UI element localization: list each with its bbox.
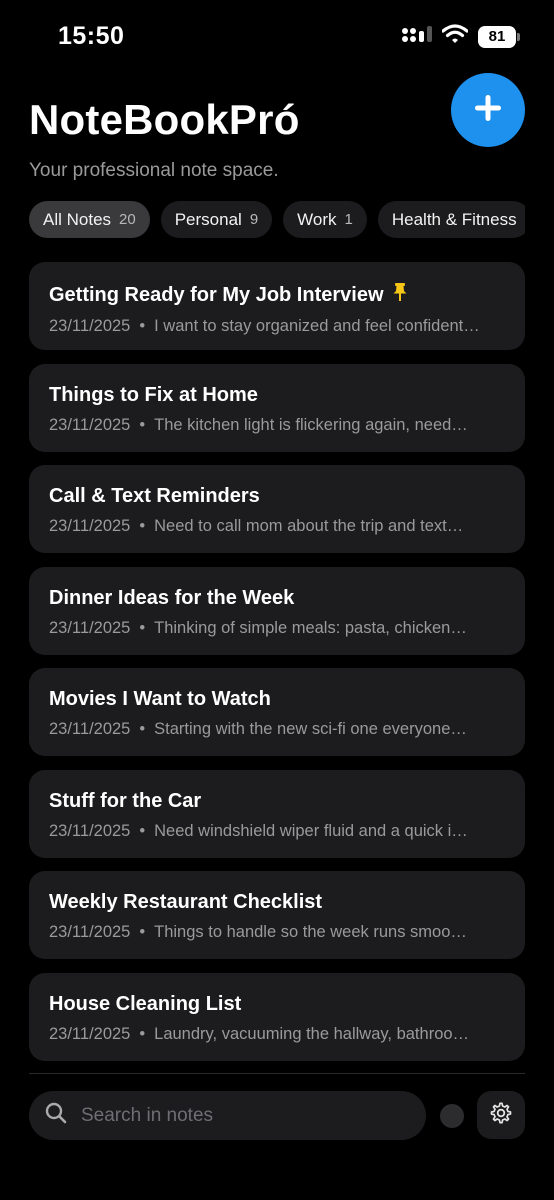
note-meta: 23/11/2025 • I want to stay organized and … [49,317,480,335]
bottom-divider [29,1073,525,1074]
note-card[interactable]: Movies I Want to Watch 23/11/2025 • Starti… [29,668,525,756]
status-dot [440,1104,464,1128]
note-title-row: Dinner Ideas for the Week [49,587,505,610]
note-title: Dinner Ideas for the Week [49,586,295,609]
wifi-icon [441,24,469,49]
note-date: 23/11/2025 [49,517,131,535]
note-title: Things to Fix at Home [49,383,258,406]
filter-personal[interactable]: Personal 9 [160,201,273,238]
filter-count: 9 [249,211,259,228]
note-meta: 23/11/2025 • Things to handle so the week … [49,923,467,941]
filter-health-fitness[interactable]: Health & Fitness [377,201,525,238]
note-meta: 23/11/2025 • Need windshield wiper fluid a… [49,821,468,840]
note-date: 23/11/2025 [49,317,131,335]
note-card[interactable]: Dinner Ideas for the Week 23/11/2025 • Thi… [29,566,525,655]
note-date: 23/11/2025 [49,1024,131,1043]
cellular-signal-icon [402,24,432,49]
note-title-row: Stuff for the Car [49,790,505,813]
filter-label: Health & Fitness [391,209,517,229]
note-preview: Thinking of simple meals: pasta, chicken… [154,618,467,637]
filter-label: Personal [174,209,242,229]
note-title: Stuff for the Car [49,789,202,812]
note-date: 23/11/2025 [49,923,131,941]
filter-count: 20 [119,211,136,228]
search-bar[interactable] [29,1091,426,1140]
note-title: Movies I Want to Watch [49,688,271,710]
note-title-row: Movies I Want to Watch [49,688,505,711]
filter-label: Work [297,209,337,229]
note-title-row: House Cleaning List [49,993,505,1016]
battery-level: 81 [488,28,506,45]
note-card[interactable]: Things to Fix at Home 23/11/2025 • The kit… [29,363,525,452]
note-meta: 23/11/2025 • Laundry, vacuuming the hallwa… [49,1024,470,1043]
note-meta: 23/11/2025 • Need to call mom about the tr… [49,517,464,535]
note-meta: 23/11/2025 • The kitchen light is flickeri… [49,415,468,434]
status-icons: 81 [402,24,520,49]
note-preview: I want to stay organized and feel confid… [154,317,480,335]
note-date: 23/11/2025 [49,720,131,738]
note-title-row: Weekly Restaurant Checklist [49,891,505,914]
note-card[interactable]: Getting Ready for My Job Interview 23/11… [29,262,525,350]
filter-all-notes[interactable]: All Notes 20 [29,201,150,238]
note-title: Weekly Restaurant Checklist [49,891,323,913]
note-title: House Cleaning List [49,992,242,1015]
note-card[interactable]: Weekly Restaurant Checklist 23/11/2025 • T… [29,871,525,959]
search-input[interactable] [81,1104,401,1127]
note-title: Call & Text Reminders [49,485,260,507]
notes-list: Getting Ready for My Job Interview 23/11… [29,262,525,1074]
note-meta: 23/11/2025 • Thinking of simple meals: pas… [49,618,467,637]
filter-work[interactable]: Work 1 [283,201,367,238]
battery-indicator: 81 [478,25,520,48]
note-preview: Need windshield wiper fluid and a quick … [154,821,468,840]
pin-icon [392,282,408,308]
note-preview: Need to call mom about the trip and text… [154,517,464,535]
add-note-button[interactable] [451,73,525,147]
gear-icon [489,1101,513,1130]
status-time: 15:50 [58,22,125,50]
settings-button[interactable] [477,1091,525,1139]
plus-icon [473,93,503,128]
note-preview: Things to handle so the week runs smoo… [154,923,467,941]
note-preview: The kitchen light is flickering again, n… [154,415,468,434]
note-title-row: Things to Fix at Home [49,384,505,407]
notes-screen: 15:50 81 NoteBookPró Your professional n… [0,0,554,1200]
note-preview: Starting with the new sci-fi one everyon… [154,720,467,738]
note-card[interactable]: Call & Text Reminders 23/11/2025 • Need to… [29,465,525,553]
note-date: 23/11/2025 [49,821,131,840]
note-title-row: Getting Ready for My Job Interview [49,282,505,308]
note-title: Getting Ready for My Job Interview [49,283,384,306]
note-meta: 23/11/2025 • Starting with the new sci-fi … [49,720,467,738]
note-card[interactable]: Stuff for the Car 23/11/2025 • Need windsh… [29,769,525,858]
category-filters: All Notes 20 Personal 9 Work 1 Health & … [29,201,525,238]
note-title-row: Call & Text Reminders [49,485,505,508]
search-icon [45,1102,67,1129]
filter-label: All Notes [43,209,112,229]
note-date: 23/11/2025 [49,618,131,637]
note-preview: Laundry, vacuuming the hallway, bathroo… [154,1024,470,1043]
filter-count: 1 [344,211,353,228]
note-card[interactable]: House Cleaning List 23/11/2025 • Laundry, … [29,972,525,1061]
app-title: NoteBookPró [29,96,300,143]
app-subtitle: Your professional note space. [29,160,279,181]
note-date: 23/11/2025 [49,415,131,434]
